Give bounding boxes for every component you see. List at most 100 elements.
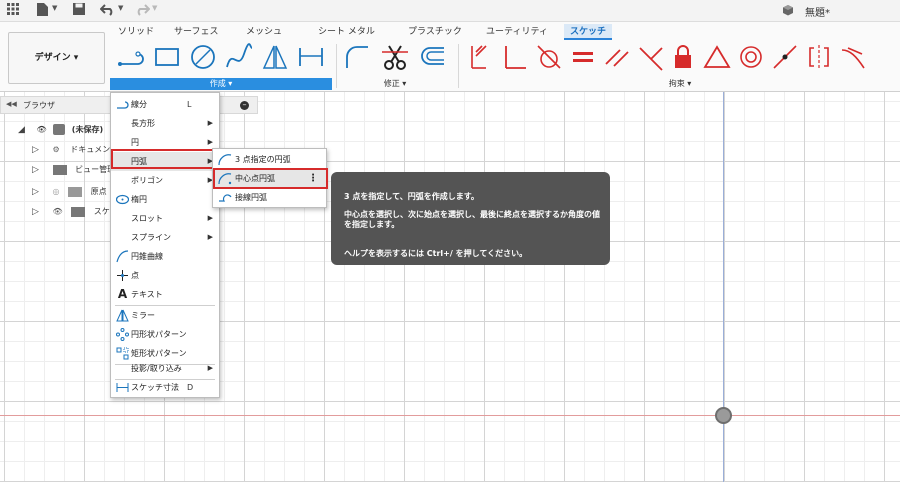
trim-scissors-icon[interactable] xyxy=(380,42,410,72)
arc-highlight-frame xyxy=(111,149,214,169)
menu-item-mirror[interactable]: ミラー xyxy=(111,306,219,325)
spline-tool-icon[interactable] xyxy=(224,42,254,72)
workspace-switcher-button[interactable]: デザイン ▾ xyxy=(8,32,105,84)
eye-icon[interactable]: 👁 xyxy=(53,207,63,216)
redo-icon[interactable] xyxy=(134,2,151,20)
document-title: 無題* xyxy=(805,8,830,19)
symmetry-constraint-icon[interactable] xyxy=(804,42,834,72)
line-icon xyxy=(116,98,129,111)
collapse-panel-icon[interactable]: ◀◀ xyxy=(6,100,17,108)
tab-solid[interactable]: ソリッド xyxy=(118,24,154,40)
sketch-origin-point[interactable] xyxy=(715,407,732,424)
menu-item-conic-curve[interactable]: 円錐曲線 xyxy=(111,247,219,266)
tab-utility[interactable]: ユーティリティ xyxy=(486,24,548,40)
offset-tool-icon[interactable] xyxy=(418,42,448,72)
folder-icon xyxy=(68,186,83,197)
save-icon[interactable] xyxy=(72,2,86,20)
submenu-arrow-icon: ▶ xyxy=(207,364,213,372)
expand-triangle-icon[interactable]: ▷ xyxy=(32,184,42,200)
line-tool-icon[interactable] xyxy=(116,42,146,72)
eye-icon[interactable]: 👁 xyxy=(37,125,47,134)
tree-row-label: 原点 xyxy=(90,187,107,196)
tab-mesh[interactable]: メッシュ xyxy=(246,24,282,40)
menu-item-line[interactable]: 線分 L xyxy=(111,95,219,114)
gear-icon: ⚙ xyxy=(52,145,60,154)
midpoint-constraint-icon[interactable] xyxy=(636,42,666,72)
rectangle-tool-icon[interactable] xyxy=(152,42,182,72)
redo-caret-icon[interactable]: ▼ xyxy=(152,4,157,12)
tree-row-origin[interactable]: ▷ ◎ 原点 xyxy=(32,184,107,200)
menu-item-rectangle[interactable]: 長方形 ▶ xyxy=(111,114,219,133)
equal-constraint-icon[interactable] xyxy=(568,42,598,72)
collinear-constraint-icon[interactable] xyxy=(770,42,800,72)
component-icon xyxy=(53,124,66,135)
tab-plastic[interactable]: プラスチック xyxy=(408,24,462,40)
undo-caret-icon[interactable]: ▼ xyxy=(118,4,123,12)
tree-row-label: ドキュメン xyxy=(70,145,111,154)
app-grid-icon[interactable] xyxy=(6,2,20,20)
tab-surface[interactable]: サーフェス xyxy=(174,24,218,40)
tooltip-summary: 3 点を指定して、円弧を作成します。 xyxy=(344,192,479,201)
triangle-constraint-icon[interactable] xyxy=(702,42,732,72)
submenu-item-tangent-arc[interactable]: 接線円弧 xyxy=(213,188,326,207)
concentric-constraint-icon[interactable] xyxy=(736,42,766,72)
tangent-constraint-icon[interactable] xyxy=(534,42,564,72)
ribbon: デザイン ▾ ソリッド サーフェス メッシュ シート メタル プラスチック ユー… xyxy=(0,22,900,92)
quick-access-toolbar: ▼ ▼ ▼ 無題* xyxy=(0,0,900,22)
tree-row-named-views[interactable]: ▷ ビュー管理 xyxy=(32,162,115,178)
fix-lock-icon[interactable] xyxy=(668,42,698,72)
submenu-item-three-point-arc[interactable]: 3 点指定の円弧 xyxy=(213,150,326,169)
tree-row-document-settings[interactable]: ▷ ⚙ ドキュメン xyxy=(32,142,110,158)
sketch-dimension-tool-icon[interactable] xyxy=(296,42,326,72)
menu-item-slot[interactable]: スロット ▶ xyxy=(111,209,219,228)
menu-item-project-include[interactable]: 投影/取り込み ▶ xyxy=(111,359,219,378)
circle-tool-icon[interactable] xyxy=(188,42,218,72)
file-icon[interactable] xyxy=(36,2,49,20)
circular-pattern-icon xyxy=(116,328,129,341)
text-icon: A xyxy=(117,287,128,301)
folder-icon xyxy=(52,164,67,175)
browser-title: ブラウザ xyxy=(23,101,55,110)
tree-row-label: スケ xyxy=(93,207,110,216)
menu-item-sketch-dimension[interactable]: スケッチ寸法 D xyxy=(111,378,219,397)
expand-triangle-icon[interactable]: ▷ xyxy=(32,204,42,220)
undo-icon[interactable] xyxy=(99,2,116,20)
browser-minimize-icon[interactable]: – xyxy=(240,101,249,110)
coincident-constraint-icon[interactable] xyxy=(466,42,496,72)
command-tooltip: 3 点を指定して、円弧を作成します。 中心点を選択し、次に始点を選択し、最後に終… xyxy=(331,172,610,265)
fillet-tool-icon[interactable] xyxy=(342,42,372,72)
menu-item-spline[interactable]: スプライン ▶ xyxy=(111,228,219,247)
center-arc-highlight-frame xyxy=(213,168,328,189)
menu-item-ellipse[interactable]: 楕円 xyxy=(111,190,219,209)
mirror-icon xyxy=(116,309,129,322)
tab-sketch[interactable]: スケッチ xyxy=(564,24,613,40)
submenu-arrow-icon: ▶ xyxy=(207,119,213,127)
curvature-constraint-icon[interactable] xyxy=(838,42,868,72)
expand-triangle-icon[interactable]: ◢ xyxy=(18,122,28,138)
expand-triangle-icon[interactable]: ▷ xyxy=(32,162,42,178)
tooltip-help-hint: ヘルプを表示するには Ctrl+/ を押してください。 xyxy=(344,249,528,258)
x-axis-line xyxy=(0,415,900,416)
tab-sheet-metal[interactable]: シート メタル xyxy=(318,24,375,40)
folder-icon xyxy=(71,206,86,217)
conic-curve-icon xyxy=(116,250,129,263)
menu-item-point[interactable]: 点 xyxy=(111,266,219,285)
constraints-group-dropdown[interactable]: 拘束 ▾ xyxy=(620,78,740,90)
ellipse-icon xyxy=(115,193,130,206)
tree-row-root[interactable]: ◢ 👁 (未保存) xyxy=(18,122,103,138)
parallel-constraint-icon[interactable] xyxy=(602,42,632,72)
modify-group-dropdown[interactable]: 修正 ▾ xyxy=(345,78,445,90)
submenu-arrow-icon: ▶ xyxy=(207,214,213,222)
create-group-dropdown[interactable]: 作成 ▾ xyxy=(110,78,332,90)
eye-hidden-icon[interactable]: ◎ xyxy=(53,187,60,196)
mirror-tool-icon[interactable] xyxy=(260,42,290,72)
file-menu-caret-icon[interactable]: ▼ xyxy=(52,4,57,12)
ribbon-separator xyxy=(458,44,459,88)
menu-item-circular-pattern[interactable]: 円形状パターン xyxy=(111,325,219,344)
menu-item-text[interactable]: A テキスト xyxy=(111,285,219,304)
menu-item-polygon[interactable]: ポリゴン ▶ xyxy=(111,171,219,190)
expand-triangle-icon[interactable]: ▷ xyxy=(32,142,42,158)
sketch-dimension-icon xyxy=(116,381,129,394)
perpendicular-constraint-icon[interactable] xyxy=(500,42,530,72)
tree-row-sketches[interactable]: ▷ 👁 スケ xyxy=(32,204,110,220)
